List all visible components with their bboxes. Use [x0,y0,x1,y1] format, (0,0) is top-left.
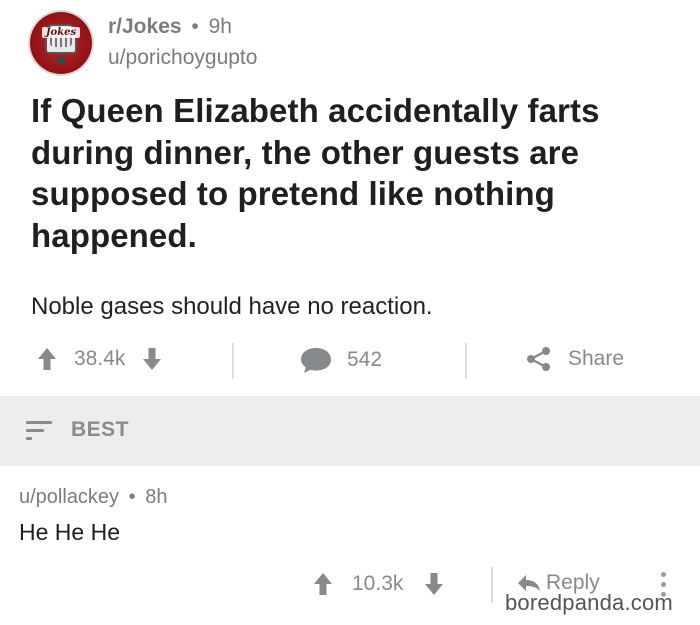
sort-icon [26,421,54,443]
subreddit-icon[interactable]: Jokes [30,12,92,74]
comments-button[interactable]: 542 [299,346,382,374]
post-author[interactable]: u/porichoygupto [108,44,257,72]
comment-vote-group: 10.3k [312,571,445,597]
comment-downvote-icon[interactable] [423,571,445,597]
post-meta: r/Jokes • 9h u/porichoygupto [108,14,257,72]
watermark-text: boredpanda.com [505,590,673,615]
sort-label: BEST [71,418,130,441]
subreddit-icon-text: Jokes [42,27,80,38]
comment-author[interactable]: u/pollackey [19,486,119,508]
subreddit-name[interactable]: r/Jokes [108,15,182,38]
comment-body: He He He [19,519,120,545]
comment-count: 542 [347,348,383,371]
comment-vote-count: 10.3k [352,572,404,595]
share-button[interactable]: Share [524,346,624,372]
share-label: Share [568,347,625,370]
comment-bubble-icon [301,348,331,373]
post-title[interactable]: If Queen Elizabeth accidentally farts du… [31,90,681,256]
post-header: Jokes r/Jokes • 9h u/porichoygupto [30,12,257,74]
post-action-bar: 38.4k 542 Share [0,338,700,384]
comment-meta: u/pollackey • 8h [19,486,167,509]
post-body: Noble gases should have no reaction. [31,293,433,320]
post-vote-group: 38.4k [36,346,163,372]
comment-upvote-icon[interactable] [312,571,334,597]
post-time: 9h [208,15,232,38]
meta-separator: • [191,15,199,38]
upvote-icon[interactable] [36,346,58,372]
microphone-stand [57,56,65,64]
comment-sort-bar[interactable]: BEST [0,396,700,466]
comment-action-divider [491,567,493,603]
action-divider [232,343,234,379]
meta-separator: • [128,486,136,508]
share-icon [527,347,550,371]
downvote-icon[interactable] [141,346,163,372]
comment-time: 8h [145,486,168,508]
action-divider [465,343,467,379]
post-vote-count: 38.4k [74,347,126,370]
